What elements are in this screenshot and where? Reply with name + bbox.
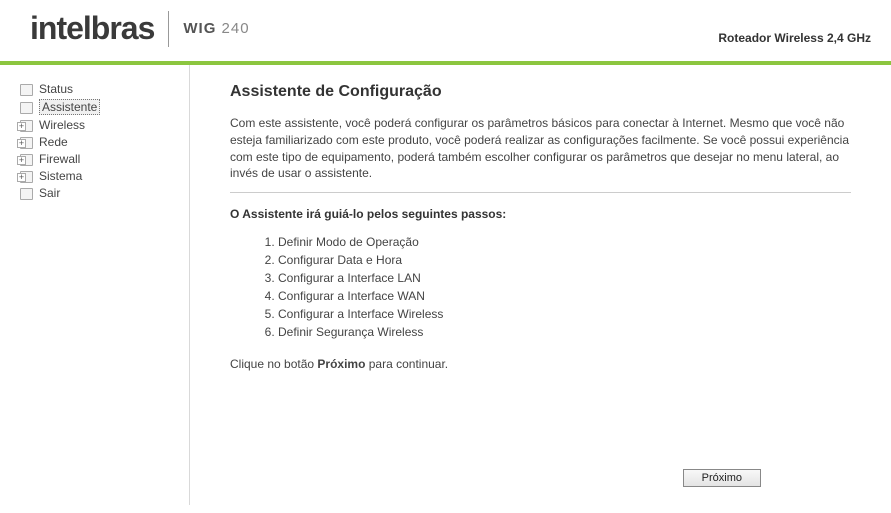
page-icon [19, 187, 33, 200]
page-icon [19, 83, 33, 96]
click-next-bold: Próximo [317, 357, 365, 371]
page-title: Assistente de Configuração [230, 83, 851, 101]
sidebar-item-status[interactable]: Status [16, 81, 181, 97]
sidebar-item-rede[interactable]: Rede [16, 134, 181, 150]
sidebar-item-assistente[interactable]: Assistente [16, 98, 181, 116]
model-label: WIG 240 [183, 20, 249, 37]
next-button[interactable]: Próximo [683, 469, 761, 487]
page-icon [19, 101, 33, 114]
folder-expandable-icon [19, 136, 33, 149]
header: intelbras WIG 240 Roteador Wireless 2,4 … [0, 0, 891, 65]
body: Status Assistente Wireless Rede Firewall Sist… [0, 65, 891, 505]
intro-text: Com este assistente, você poderá configu… [230, 115, 851, 182]
sidebar-item-label: Sair [39, 186, 60, 200]
step-item: Configurar a Interface LAN [278, 269, 851, 287]
model-prefix: WIG [183, 20, 216, 37]
sidebar-item-label: Assistente [39, 99, 100, 115]
button-row: Próximo [683, 469, 761, 487]
header-divider [168, 11, 169, 47]
folder-expandable-icon [19, 170, 33, 183]
sidebar-item-label: Wireless [39, 118, 85, 132]
steps-heading: O Assistente irá guiá-lo pelos seguintes… [230, 207, 851, 221]
sidebar-item-sistema[interactable]: Sistema [16, 168, 181, 184]
step-item: Definir Modo de Operação [278, 233, 851, 251]
click-next-text: Clique no botão Próximo para continuar. [230, 357, 851, 371]
folder-expandable-icon [19, 153, 33, 166]
step-item: Configurar a Interface WAN [278, 287, 851, 305]
sidebar-item-sair[interactable]: Sair [16, 185, 181, 201]
folder-expandable-icon [19, 119, 33, 132]
click-next-suffix: para continuar. [365, 357, 448, 371]
sidebar-item-label: Firewall [39, 152, 80, 166]
step-item: Definir Segurança Wireless [278, 323, 851, 341]
sidebar-item-wireless[interactable]: Wireless [16, 117, 181, 133]
product-tag: Roteador Wireless 2,4 GHz [718, 31, 871, 47]
sidebar-item-label: Sistema [39, 169, 82, 183]
sidebar-item-firewall[interactable]: Firewall [16, 151, 181, 167]
sidebar-item-label: Status [39, 82, 73, 96]
brand-logo: intelbras [30, 10, 154, 47]
steps-list: Definir Modo de OperaçãoConfigurar Data … [278, 233, 851, 341]
sidebar: Status Assistente Wireless Rede Firewall Sist… [0, 65, 190, 505]
sidebar-item-label: Rede [39, 135, 68, 149]
step-item: Configurar Data e Hora [278, 251, 851, 269]
separator [230, 192, 851, 193]
click-next-prefix: Clique no botão [230, 357, 317, 371]
content: Assistente de Configuração Com este assi… [190, 65, 891, 505]
model-number: 240 [222, 20, 250, 37]
step-item: Configurar a Interface Wireless [278, 305, 851, 323]
